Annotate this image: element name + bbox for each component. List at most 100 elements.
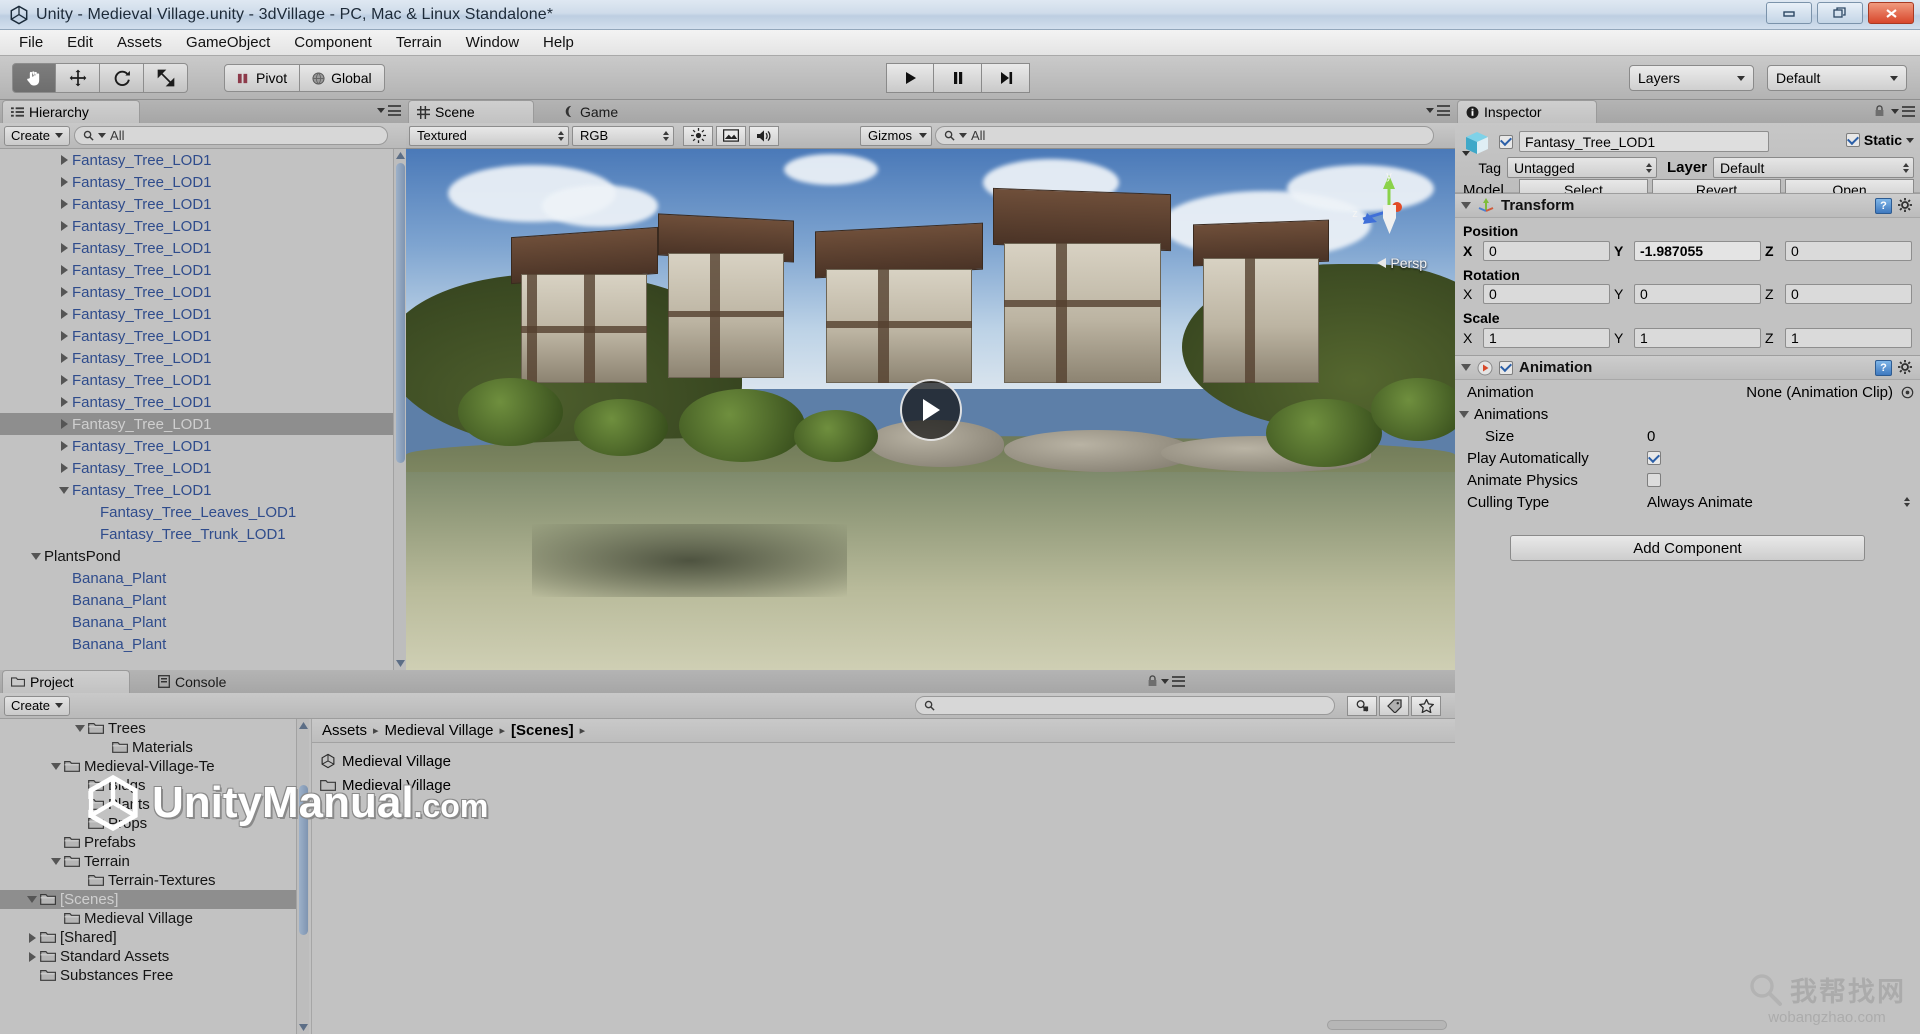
hierarchy-row[interactable]: Fantasy_Tree_LOD1 [0, 171, 406, 193]
project-tree-row[interactable]: Terrain [0, 852, 296, 871]
foldout-closed-icon[interactable] [56, 397, 72, 407]
global-toggle-button[interactable]: Global [300, 64, 385, 92]
project-tree-row[interactable]: Medieval-Village-Te [0, 757, 296, 776]
prefab-cube-icon[interactable] [1461, 127, 1495, 161]
rotate-tool-button[interactable] [100, 63, 144, 93]
hierarchy-scroll-thumb[interactable] [396, 163, 405, 463]
scroll-down-icon[interactable] [299, 1023, 308, 1032]
hierarchy-row[interactable]: Fantasy_Tree_LOD1 [0, 391, 406, 413]
foldout-closed-icon[interactable] [56, 243, 72, 253]
hierarchy-row[interactable]: Fantasy_Tree_LOD1 [0, 193, 406, 215]
foldout-closed-icon[interactable] [56, 309, 72, 319]
project-tree-row[interactable]: Materials [0, 738, 296, 757]
scroll-up-icon[interactable] [299, 721, 308, 730]
scale-tool-button[interactable] [144, 63, 188, 93]
hierarchy-row[interactable]: Fantasy_Tree_LOD1 [0, 259, 406, 281]
foldout-closed-icon[interactable] [56, 287, 72, 297]
pivot-toggle-button[interactable]: Pivot [224, 64, 301, 92]
menu-item-edit[interactable]: Edit [56, 32, 104, 53]
position-x-input[interactable]: 0 [1483, 241, 1610, 261]
play-automatically-checkbox[interactable] [1647, 451, 1661, 465]
object-name-input[interactable]: Fantasy_Tree_LOD1 [1519, 131, 1769, 152]
favorite-search-button[interactable] [1347, 695, 1377, 716]
project-tree-row[interactable]: Terrain-Textures [0, 871, 296, 890]
project-tree-row[interactable]: Plants [0, 795, 296, 814]
lock-icon[interactable] [1147, 675, 1158, 687]
tab-project[interactable]: Project [2, 670, 130, 693]
foldout-open-icon[interactable] [72, 725, 88, 732]
scroll-down-icon[interactable] [396, 659, 405, 668]
project-tree-row[interactable]: Medieval Village [0, 909, 296, 928]
color-mode-dropdown[interactable]: RGB [572, 125, 674, 146]
project-tree-row[interactable]: Substances Free [0, 966, 296, 985]
foldout-open-icon[interactable] [1461, 364, 1471, 371]
position-y-input[interactable]: -1.987055 [1634, 241, 1761, 261]
culling-type-value[interactable]: Always Animate [1647, 494, 1904, 511]
menu-item-help[interactable]: Help [532, 32, 585, 53]
breadcrumb-item-assets[interactable]: Assets [322, 722, 367, 739]
tab-hierarchy[interactable]: Hierarchy [2, 100, 140, 123]
gear-icon[interactable] [1898, 197, 1914, 214]
hierarchy-row[interactable]: Fantasy_Tree_LOD1 [0, 281, 406, 303]
foldout-closed-icon[interactable] [24, 932, 40, 943]
scene-orientation-gizmo[interactable]: y z [1345, 167, 1433, 255]
foldout-open-icon[interactable] [1459, 410, 1469, 418]
video-play-overlay-button[interactable] [899, 378, 962, 441]
foldout-closed-icon[interactable] [56, 419, 72, 429]
scene-projection-label[interactable]: Persp [1377, 255, 1427, 271]
animation-clip-value[interactable]: None (Animation Clip) [1647, 384, 1901, 401]
layers-dropdown[interactable]: Layers [1629, 65, 1754, 91]
project-zoom-slider[interactable] [1327, 1020, 1447, 1030]
list-item[interactable]: Medieval Village [320, 749, 1455, 773]
foldout-closed-icon[interactable] [56, 221, 72, 231]
hierarchy-row[interactable]: Banana_Plant [0, 633, 406, 655]
hierarchy-row[interactable]: Fantasy_Tree_LOD1 [0, 149, 406, 171]
project-tree-row[interactable]: [Shared] [0, 928, 296, 947]
animate-physics-checkbox[interactable] [1647, 473, 1661, 487]
tab-game[interactable]: Game [554, 100, 664, 123]
scene-fx-toggle[interactable] [716, 125, 746, 146]
foldout-open-icon[interactable] [48, 858, 64, 865]
pause-button[interactable] [934, 63, 982, 93]
hierarchy-row[interactable]: PlantsPond [0, 545, 406, 567]
foldout-closed-icon[interactable] [56, 331, 72, 341]
foldout-open-icon[interactable] [56, 486, 72, 494]
hierarchy-row[interactable]: Fantasy_Tree_LOD1 [0, 457, 406, 479]
project-file-area[interactable]: Assets ▸ Medieval Village ▸ [Scenes] ▸ M… [311, 719, 1455, 1034]
hierarchy-row[interactable]: Banana_Plant [0, 611, 406, 633]
animations-size-value[interactable]: 0 [1647, 428, 1655, 445]
rotation-y-input[interactable]: 0 [1634, 284, 1761, 304]
layout-dropdown[interactable]: Default [1767, 65, 1907, 91]
hierarchy-row[interactable]: Fantasy_Tree_LOD1 [0, 303, 406, 325]
hierarchy-panel-menu[interactable] [377, 105, 401, 116]
foldout-closed-icon[interactable] [56, 177, 72, 187]
foldout-closed-icon[interactable] [56, 375, 72, 385]
foldout-closed-icon[interactable] [56, 353, 72, 363]
project-tree-row[interactable]: Standard Assets [0, 947, 296, 966]
scene-lighting-toggle[interactable] [683, 125, 713, 146]
hierarchy-row[interactable]: Fantasy_Tree_LOD1 [0, 479, 406, 501]
animation-enabled-checkbox[interactable] [1499, 360, 1513, 375]
scene-audio-toggle[interactable] [749, 125, 779, 146]
animation-component-header[interactable]: Animation ? [1455, 355, 1920, 380]
label-filter-button[interactable] [1379, 695, 1409, 716]
hierarchy-row[interactable]: Fantasy_Tree_LOD1 [0, 435, 406, 457]
animations-array-row[interactable]: Animations [1455, 403, 1920, 425]
rotation-x-input[interactable]: 0 [1483, 284, 1610, 304]
hierarchy-row[interactable]: Fantasy_Tree_LOD1 [0, 413, 406, 435]
breadcrumb-item-medieval-village[interactable]: Medieval Village [385, 722, 494, 739]
rotation-z-input[interactable]: 0 [1785, 284, 1912, 304]
project-tree-scrollbar[interactable] [296, 719, 309, 1034]
layer-dropdown[interactable]: Default [1713, 157, 1914, 178]
scene-search-input[interactable]: All [935, 126, 1434, 145]
move-tool-button[interactable] [56, 63, 100, 93]
gear-icon[interactable] [1898, 359, 1914, 376]
foldout-open-icon[interactable] [24, 896, 40, 903]
minimize-button[interactable] [1766, 2, 1812, 24]
scale-z-input[interactable]: 1 [1785, 328, 1912, 348]
project-tree-row[interactable]: Props [0, 814, 296, 833]
hierarchy-row[interactable]: Fantasy_Tree_LOD1 [0, 237, 406, 259]
menu-item-assets[interactable]: Assets [106, 32, 173, 53]
hierarchy-row[interactable]: Fantasy_Tree_Leaves_LOD1 [0, 501, 406, 523]
hierarchy-row[interactable]: Fantasy_Tree_LOD1 [0, 347, 406, 369]
